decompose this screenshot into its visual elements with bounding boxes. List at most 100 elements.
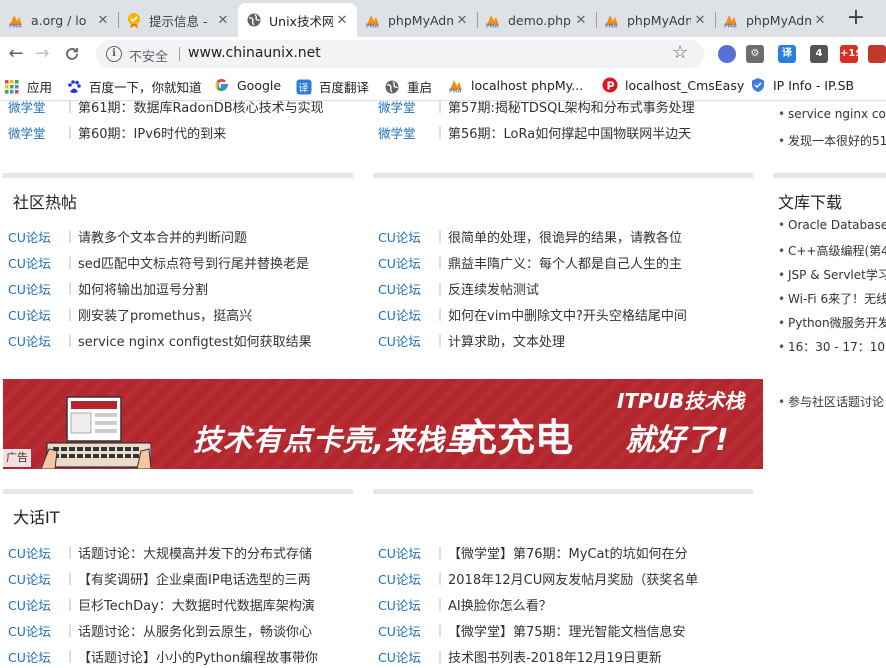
url-text[interactable]: www.chinaunix.net (188, 45, 321, 61)
category-link[interactable]: CU论坛 (378, 279, 438, 298)
post-title-link[interactable]: 巨杉TechDay：大数据时代数据库架构演 (78, 595, 315, 614)
post-title-link[interactable]: 请教多个文本合并的判断问题 (78, 227, 247, 246)
category-link[interactable]: CU论坛 (8, 279, 68, 298)
library-item-text[interactable]: C++高级编程(第4 (788, 244, 886, 258)
tab[interactable]: PMA phpMyAdm ✕ (596, 3, 715, 37)
category-link[interactable]: CU论坛 (378, 569, 438, 588)
post-title-link[interactable]: 第61期：数据库RadonDB核心技术与实现 (78, 101, 324, 116)
library-item-text[interactable]: Oracle Database 1 (788, 218, 886, 232)
bookmark-item[interactable]: IP Info - IP.SB (750, 77, 854, 93)
category-link[interactable]: CU论坛 (8, 227, 68, 246)
new-tab-button[interactable]: + (844, 6, 868, 32)
address-bar[interactable]: i 不安全 www.chinaunix.net ☆ (96, 40, 704, 68)
bookmark-item[interactable]: 应用 (4, 77, 52, 96)
right-top-item-text[interactable]: service nginx configtest (788, 107, 886, 121)
category-link[interactable]: CU论坛 (8, 595, 68, 614)
post-title-link[interactable]: 很简单的处理，很诡异的结果，请教各位 (448, 227, 682, 246)
post-title-link[interactable]: service nginx configtest如何获取结果 (78, 331, 312, 350)
translate-extension-icon[interactable]: 译 (778, 45, 796, 63)
category-link[interactable]: CU论坛 (378, 253, 438, 272)
bookmark-item[interactable]: Google (214, 77, 281, 93)
library-item[interactable]: • C++高级编程(第4 (778, 242, 886, 259)
tab[interactable]: PMA phpMyAdm ✕ (357, 3, 477, 37)
profile-icon[interactable] (868, 45, 886, 63)
bookmark-item[interactable]: 百度一下，你就知道 (66, 77, 202, 96)
library-item[interactable]: • 16：30 - 17：10 P (778, 338, 886, 355)
category-link[interactable]: CU论坛 (378, 331, 438, 350)
library-item[interactable]: •Oracle Database 1 (778, 218, 886, 232)
library-item-text[interactable]: JSP & Servlet学习 (788, 268, 886, 282)
post-title-link[interactable]: 计算求助，文本处理 (448, 331, 565, 350)
close-icon[interactable]: ✕ (333, 13, 351, 28)
category-link[interactable]: CU论坛 (8, 253, 68, 272)
category-link[interactable]: CU论坛 (378, 227, 438, 246)
close-icon[interactable]: ✕ (691, 13, 709, 28)
library-item[interactable]: • JSP & Servlet学习 (778, 266, 886, 283)
library-item[interactable]: • Wi-Fi 6来了！无线 (778, 290, 886, 307)
post-title-link[interactable]: 刚安装了promethus，挺高兴 (78, 305, 252, 324)
info-icon[interactable]: i (106, 46, 122, 62)
tab[interactable]: Unix技术网 ✕ (238, 3, 357, 37)
category-link[interactable]: 微学堂 (8, 101, 68, 116)
counter-extension-icon[interactable]: 4 (810, 45, 828, 63)
category-link[interactable]: 微学堂 (378, 123, 438, 142)
category-link[interactable]: 微学堂 (378, 101, 438, 116)
library-item-text[interactable]: Wi-Fi 6来了！无线 (788, 292, 886, 306)
post-title-link[interactable]: 【微学堂】第75期：理光智能文档信息安 (448, 621, 686, 640)
post-title-link[interactable]: 【有奖调研】企业桌面IP电话选型的三两 (78, 569, 311, 588)
category-link[interactable]: CU论坛 (378, 621, 438, 640)
post-title-link[interactable]: 反连续发帖测试 (448, 279, 539, 298)
library-item[interactable]: • Python微服务开发 (778, 314, 886, 331)
category-link[interactable]: CU论坛 (378, 595, 438, 614)
close-icon[interactable]: ✕ (94, 13, 112, 28)
close-icon[interactable]: ✕ (572, 13, 590, 28)
right-banner-item[interactable]: • 参与社区话题讨论 (778, 393, 884, 410)
category-link[interactable]: CU论坛 (8, 621, 68, 640)
category-link[interactable]: CU论坛 (378, 305, 438, 324)
post-title-link[interactable]: 如何将输出加逗号分割 (78, 279, 208, 298)
category-link[interactable]: CU论坛 (378, 647, 438, 666)
bookmark-item[interactable]: 译百度翻译 (296, 77, 369, 96)
post-title-link[interactable]: 鼎益丰隋广义：每个人都是自己人生的主 (448, 253, 682, 272)
bookmark-star-icon[interactable]: ☆ (672, 42, 688, 63)
close-icon[interactable]: ✕ (453, 13, 471, 28)
security-label[interactable]: 不安全 (129, 46, 168, 65)
close-icon[interactable]: ✕ (811, 13, 829, 28)
tab[interactable]: PMA a.org / lo ✕ (0, 3, 118, 37)
post-title-link[interactable]: 话题讨论：大规模高并发下的分布式存储 (78, 543, 312, 562)
category-link[interactable]: CU论坛 (8, 331, 68, 350)
right-top-item[interactable]: • 发现一本很好的51 (778, 132, 886, 149)
category-link[interactable]: CU论坛 (8, 305, 68, 324)
forward-arrow-icon[interactable]: → (30, 41, 54, 67)
category-link[interactable]: CU论坛 (8, 543, 68, 562)
post-title-link[interactable]: 话题讨论：从服务化到云原生，畅谈你心 (78, 621, 312, 640)
post-title-link[interactable]: 【微学堂】第76期：MyCat的坑如何在分 (448, 543, 688, 562)
post-title-link[interactable]: 第56期：LoRa如何撑起中国物联网半边天 (448, 123, 691, 142)
post-title-link[interactable]: 【话题讨论】小小的Python编程故事带你 (78, 647, 318, 666)
gear-extension-icon[interactable]: ⚙ (746, 45, 764, 63)
tab[interactable]: PMA demo.php ✕ (477, 3, 596, 37)
reload-icon[interactable] (60, 41, 84, 67)
bookmark-item[interactable]: 重启 (384, 77, 432, 96)
close-icon[interactable]: ✕ (214, 13, 232, 28)
right-top-item[interactable]: •service nginx configtest (778, 107, 886, 121)
bookmark-item[interactable]: Plocalhost_CmsEasy (602, 77, 744, 93)
vpn-extension-icon[interactable] (718, 45, 736, 63)
back-arrow-icon[interactable]: ← (4, 41, 28, 67)
category-link[interactable]: 微学堂 (8, 123, 68, 142)
category-link[interactable]: CU论坛 (8, 647, 68, 666)
library-item-text[interactable]: Python微服务开发 (788, 316, 886, 330)
category-link[interactable]: CU论坛 (378, 543, 438, 562)
post-title-link[interactable]: 第60期：IPv6时代的到来 (78, 123, 226, 142)
library-item-text[interactable]: 16：30 - 17：10 P (788, 340, 886, 354)
post-title-link[interactable]: AI换脸你怎么看？ (448, 595, 552, 614)
tab[interactable]: 提示信息 - ✕ (118, 3, 238, 37)
right-banner-item-text[interactable]: 参与社区话题讨论 (788, 395, 884, 409)
tab[interactable]: PMA phpMyAdm ✕ (715, 3, 835, 37)
post-title-link[interactable]: sed匹配中文标点符号到行尾并替换老是 (78, 253, 309, 272)
itpub-ad-banner[interactable]: ITPUB技术栈 技术有点卡壳,来栈里 充充电 就好了! 广告 (3, 379, 763, 469)
price-extension-icon[interactable]: +1$ (840, 45, 862, 63)
post-title-link[interactable]: 2018年12月CU网友发帖月奖励（获奖名单 (448, 569, 698, 588)
post-title-link[interactable]: 技术图书列表-2018年12月19日更新 (448, 647, 662, 666)
category-link[interactable]: CU论坛 (8, 569, 68, 588)
